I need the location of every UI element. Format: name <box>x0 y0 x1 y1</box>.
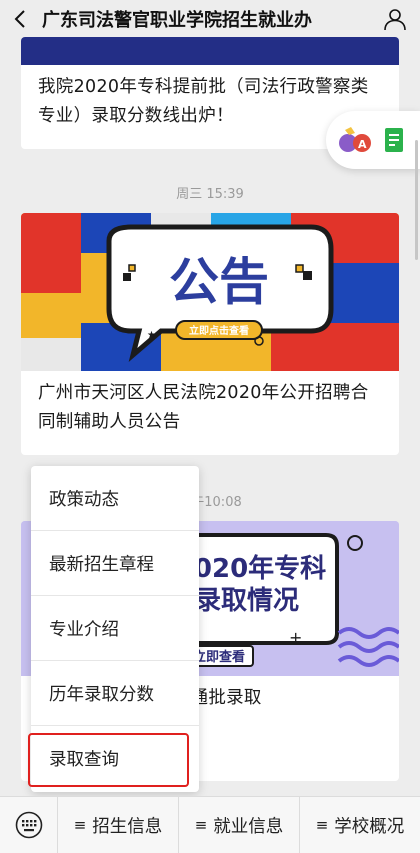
menu-label: 就业信息 <box>213 816 284 837</box>
bottom-menu-bar: ≡ 招生信息 ≡ 就业信息 ≡ 学校概况 <box>0 796 420 853</box>
article-banner <box>21 37 399 65</box>
menu-item-majors[interactable]: 专业介绍 <box>31 596 199 661</box>
top-navigation-bar: 广东司法警官职业学院招生就业办 <box>0 0 420 37</box>
article-card[interactable]: 公告 立即点击查看 ★ 广州市天河区人民法院2020年公开招聘合同制辅助人员公告 <box>21 213 399 455</box>
menu-label: 招生信息 <box>92 816 163 837</box>
banner-title-line2: 录取情况 <box>195 586 299 616</box>
svg-text:A: A <box>358 138 367 151</box>
menu-admission-info[interactable]: ≡ 招生信息 <box>58 796 179 853</box>
chevron-left-icon <box>14 9 25 28</box>
banner-button-label: 立即查看 <box>193 649 245 665</box>
menu-item-policy-news[interactable]: 政策动态 <box>31 466 199 531</box>
menu-employment-info[interactable]: ≡ 就业信息 <box>179 796 300 853</box>
menu-icon: ≡ <box>315 816 329 834</box>
app-badge-icon: A <box>339 127 371 152</box>
page-title: 广东司法警官职业学院招生就业办 <box>42 9 312 31</box>
keyboard-toggle-button[interactable] <box>0 796 58 853</box>
menu-school-overview[interactable]: ≡ 学校概况 <box>300 797 420 853</box>
floating-widget[interactable]: A <box>326 111 420 169</box>
profile-button[interactable] <box>370 0 420 37</box>
person-icon <box>384 8 406 30</box>
menu-item-admission-rules[interactable]: 最新招生章程 <box>31 531 199 596</box>
menu-item-admission-query[interactable]: 录取查询 <box>31 726 199 791</box>
article-banner: 公告 立即点击查看 ★ <box>21 213 399 371</box>
svg-text:+: + <box>289 628 302 647</box>
banner-button-label: 立即点击查看 <box>189 324 249 337</box>
article-title: 广州市天河区人民法院2020年公开招聘合同制辅助人员公告 <box>38 383 369 432</box>
submenu-popup: 政策动态 最新招生章程 专业介绍 历年录取分数 录取查询 <box>31 466 199 792</box>
menu-label: 学校概况 <box>334 816 405 837</box>
timestamp: 周三 15:39 <box>176 187 244 202</box>
back-button[interactable] <box>0 0 40 37</box>
document-icon <box>385 128 403 152</box>
keyboard-icon <box>15 811 42 839</box>
menu-item-historical-scores[interactable]: 历年录取分数 <box>31 661 199 726</box>
menu-icon: ≡ <box>194 816 208 834</box>
menu-icon: ≡ <box>73 816 87 834</box>
svg-text:★: ★ <box>147 330 156 341</box>
banner-title: 公告 <box>169 253 269 311</box>
